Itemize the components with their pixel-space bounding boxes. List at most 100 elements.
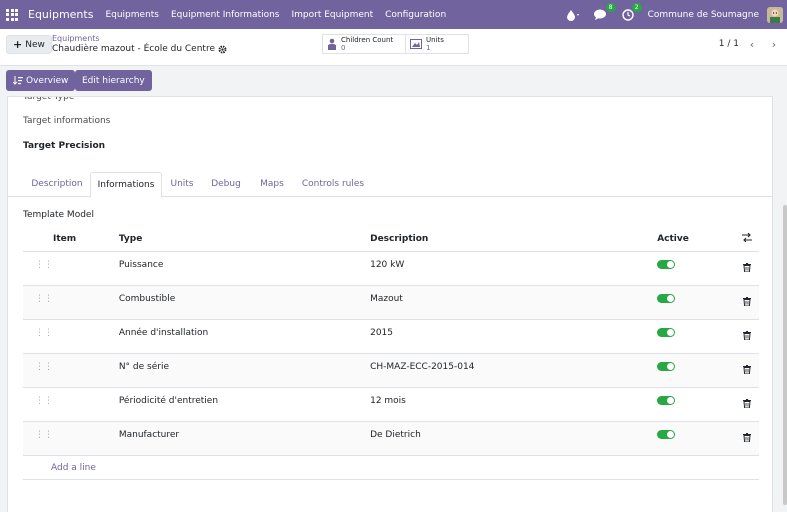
trash-icon[interactable] <box>735 285 759 320</box>
tab-units[interactable]: Units <box>164 172 200 197</box>
row-type[interactable]: N° de série <box>118 353 371 388</box>
menu-import-equipment[interactable]: Import Equipment <box>292 10 374 20</box>
tab-controls-rules[interactable]: Controls rules <box>298 172 368 197</box>
row-type[interactable]: Puissance <box>118 251 371 286</box>
trash-icon[interactable] <box>735 251 759 286</box>
pager-value[interactable]: 1 / 1 <box>719 39 739 49</box>
header-active[interactable]: Active <box>657 227 736 252</box>
units-label: Units <box>426 36 444 44</box>
chevron-right-icon[interactable]: › <box>765 35 783 53</box>
new-button[interactable]: + New <box>6 35 52 54</box>
trash-icon[interactable] <box>735 319 759 354</box>
active-toggle[interactable] <box>657 293 676 303</box>
template-model-title: Template Model <box>23 210 94 220</box>
record-title: Chaudière mazout - École du Centre <box>52 44 227 54</box>
row-type[interactable]: Année d'installation <box>118 319 371 354</box>
apps-grid-icon[interactable] <box>6 8 18 21</box>
table-row[interactable]: ⋮⋮ Manufacturer De Dietrich <box>23 421 759 456</box>
target-precision-label: Target Precision <box>23 141 106 151</box>
header-item[interactable]: Item <box>53 227 119 252</box>
trash-icon[interactable] <box>735 387 759 422</box>
drag-handle-icon[interactable]: ⋮⋮ <box>23 251 53 286</box>
active-toggle[interactable] <box>657 259 676 269</box>
header-description[interactable]: Description <box>370 227 658 252</box>
optional-columns-icon[interactable] <box>735 227 759 252</box>
row-description[interactable]: 120 kW <box>370 251 658 286</box>
active-toggle[interactable] <box>657 429 676 439</box>
row-item[interactable] <box>53 319 119 354</box>
table-row[interactable]: ⋮⋮ Périodicité d'entretien 12 mois <box>23 387 759 422</box>
row-description[interactable]: CH-MAZ-ECC-2015-014 <box>370 353 658 388</box>
drop-menu-icon[interactable] <box>566 9 580 21</box>
chat-icon[interactable]: 8 <box>593 2 616 21</box>
app-brand[interactable]: Equipments <box>28 8 93 21</box>
row-active[interactable] <box>657 387 736 422</box>
row-type[interactable]: Manufacturer <box>118 421 371 456</box>
sort-list-icon <box>13 76 23 85</box>
table-header-row: Item Type Description Active <box>23 227 759 252</box>
overview-button[interactable]: Overview <box>6 70 76 91</box>
row-description[interactable]: De Dietrich <box>370 421 658 456</box>
form-sheet: Target Type Target informations Target P… <box>7 96 773 512</box>
menu-equipments[interactable]: Equipments <box>105 10 159 20</box>
row-active[interactable] <box>657 251 736 286</box>
add-line-divider <box>23 479 759 480</box>
row-active[interactable] <box>657 421 736 456</box>
row-description[interactable]: 12 mois <box>370 387 658 422</box>
row-active[interactable] <box>657 353 736 388</box>
target-informations-label: Target informations <box>23 116 111 126</box>
tab-debug[interactable]: Debug <box>206 172 246 197</box>
units-button[interactable]: Units 1 <box>405 34 469 54</box>
informations-table: Item Type Description Active ⋮⋮ Puissanc… <box>23 227 759 456</box>
activity-badge: 2 <box>631 2 642 12</box>
row-description[interactable]: Mazout <box>370 285 658 320</box>
row-item[interactable] <box>53 421 119 456</box>
row-active[interactable] <box>657 319 736 354</box>
target-type-label: Target Type <box>23 96 75 102</box>
user-avatar[interactable] <box>767 6 783 23</box>
table-row[interactable]: ⋮⋮ N° de série CH-MAZ-ECC-2015-014 <box>23 353 759 388</box>
edit-hierarchy-label: Edit hierarchy <box>82 75 145 86</box>
active-toggle[interactable] <box>657 361 676 371</box>
drag-handle-icon[interactable]: ⋮⋮ <box>23 319 53 354</box>
active-toggle[interactable] <box>657 327 676 337</box>
top-navbar: Equipments Equipments Equipment Informat… <box>0 0 787 29</box>
menu-equipment-informations[interactable]: Equipment Informations <box>171 10 280 20</box>
tab-description[interactable]: Description <box>22 172 92 197</box>
table-row[interactable]: ⋮⋮ Année d'installation 2015 <box>23 319 759 354</box>
tab-maps[interactable]: Maps <box>253 172 291 197</box>
row-item[interactable] <box>53 285 119 320</box>
gear-icon[interactable] <box>218 45 227 54</box>
units-value: 1 <box>426 44 431 52</box>
row-type[interactable]: Périodicité d'entretien <box>118 387 371 422</box>
row-type[interactable]: Combustible <box>118 285 371 320</box>
children-count-button[interactable]: Children Count 0 <box>322 34 406 54</box>
table-row[interactable]: ⋮⋮ Puissance 120 kW <box>23 251 759 286</box>
table-row[interactable]: ⋮⋮ Combustible Mazout <box>23 285 759 320</box>
header-handle <box>23 227 53 252</box>
menu-configuration[interactable]: Configuration <box>385 10 446 20</box>
drag-handle-icon[interactable]: ⋮⋮ <box>23 285 53 320</box>
row-active[interactable] <box>657 285 736 320</box>
active-toggle[interactable] <box>657 395 676 405</box>
edit-hierarchy-button[interactable]: Edit hierarchy <box>75 70 152 91</box>
add-line-link[interactable]: Add a line <box>51 463 96 473</box>
chevron-left-icon[interactable]: ‹ <box>743 35 761 53</box>
drag-handle-icon[interactable]: ⋮⋮ <box>23 353 53 388</box>
trash-icon[interactable] <box>735 353 759 388</box>
page-scrollbar[interactable] <box>783 205 787 505</box>
trash-icon[interactable] <box>735 421 759 456</box>
row-description[interactable]: 2015 <box>370 319 658 354</box>
overview-button-label: Overview <box>26 75 69 86</box>
company-switcher[interactable]: Commune de Soumagne <box>648 10 759 20</box>
breadcrumb[interactable]: Equipments <box>52 34 100 43</box>
drag-handle-icon[interactable]: ⋮⋮ <box>23 421 53 456</box>
tab-informations[interactable]: Informations <box>90 172 162 198</box>
row-item[interactable] <box>53 251 119 286</box>
header-type[interactable]: Type <box>118 227 371 252</box>
children-count-label: Children Count <box>341 36 394 44</box>
row-item[interactable] <box>53 387 119 422</box>
drag-handle-icon[interactable]: ⋮⋮ <box>23 387 53 422</box>
activity-clock-icon[interactable]: 2 <box>621 2 642 21</box>
row-item[interactable] <box>53 353 119 388</box>
